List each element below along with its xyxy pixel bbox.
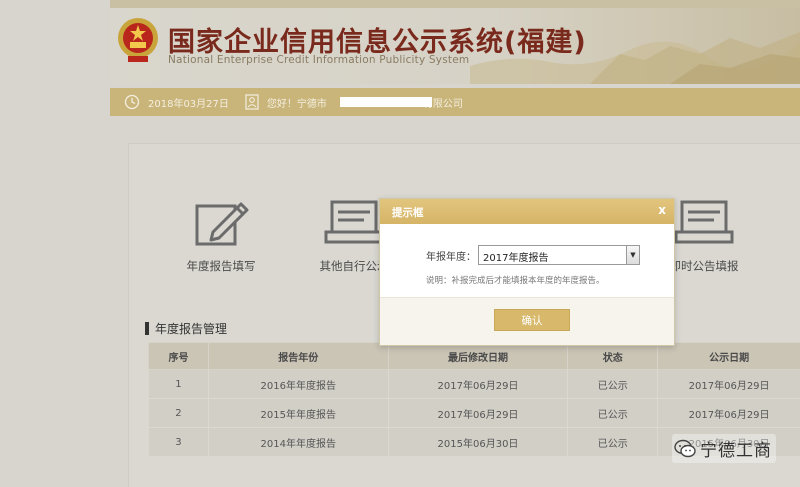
table-cell: 2015年年度报告: [207, 398, 389, 428]
instant-announcement-icon: [674, 200, 734, 244]
table-cell: 1: [148, 369, 209, 399]
table-cell: 2015年06月30日: [387, 427, 569, 457]
user-icon: [245, 94, 259, 110]
dialog-footer: 确认: [380, 297, 674, 345]
wechat-watermark: 宁德工商: [672, 434, 776, 463]
table-header: 状态: [567, 342, 659, 370]
clock-icon: [124, 94, 140, 110]
table-cell: 2014年年度报告: [207, 427, 389, 457]
table-cell: 2: [148, 398, 209, 428]
table-cell: 已公示: [567, 427, 659, 457]
dialog-note: 说明：补报完成后才能填报本年度的年度报告。: [426, 276, 605, 286]
table-header: 公示日期: [657, 342, 800, 370]
feature-annual-report[interactable]: 年度报告填写: [166, 196, 276, 274]
table-header: 序号: [148, 342, 209, 370]
wechat-icon: [674, 439, 696, 457]
watermark-text: 宁德工商: [700, 441, 772, 461]
section-title-marker: [145, 322, 149, 335]
table-cell: 已公示: [567, 369, 659, 399]
header-top-strip: [110, 0, 800, 8]
table-cell: 2016年年度报告: [207, 369, 389, 399]
year-selector-row: 年报年度： 2017年度报告 ▼: [426, 245, 640, 265]
confirm-button[interactable]: 确认: [494, 309, 570, 331]
table-row[interactable]: 1 2016年年度报告 2017年06月29日 已公示 2017年06月29日: [148, 369, 800, 399]
user-info-bar: 2018年03月27日 您好！宁德市 有限公司: [110, 88, 800, 116]
site-header: 国家企业信用信息公示系统(福建) National Enterprise Cre…: [110, 8, 800, 84]
table-header: 最后修改日期: [387, 342, 569, 370]
feature-annual-report-label: 年度报告填写: [186, 259, 256, 273]
site-subtitle-english: National Enterprise Credit Information P…: [168, 54, 470, 66]
national-emblem-icon: [118, 18, 158, 62]
table-header: 报告年份: [207, 342, 389, 370]
table-cell: 已公示: [567, 398, 659, 428]
report-year-select[interactable]: 2017年度报告 ▼: [478, 245, 640, 265]
table-cell: 2017年06月29日: [387, 369, 569, 399]
prompt-dialog: 提示框 x 年报年度： 2017年度报告 ▼ 说明：补报完成后才能填报本年度的年…: [379, 198, 675, 346]
table-cell: 2017年06月29日: [657, 369, 800, 399]
report-year-value: 2017年度报告: [483, 253, 549, 264]
edit-report-icon: [195, 202, 249, 246]
welcome-prefix: 您好！宁德市: [266, 98, 327, 110]
table-cell: 3: [148, 427, 209, 457]
close-icon[interactable]: x: [658, 203, 666, 217]
dialog-header: 提示框 x: [380, 199, 674, 224]
table-cell: 2017年06月29日: [387, 398, 569, 428]
table-cell: 2017年06月29日: [657, 398, 800, 428]
dialog-title: 提示框: [392, 207, 424, 219]
other-publicity-icon: [324, 200, 384, 244]
chevron-down-icon[interactable]: ▼: [626, 246, 639, 264]
redacted-company-name: [340, 97, 432, 107]
table-row[interactable]: 2 2015年年度报告 2017年06月29日 已公示 2017年06月29日: [148, 398, 800, 428]
section-title: 年度报告管理: [145, 320, 227, 337]
current-date: 2018年03月27日: [148, 98, 229, 110]
year-label: 年报年度：: [426, 251, 476, 263]
section-title-text: 年度报告管理: [155, 322, 228, 336]
table-header-row: 序号 报告年份 最后修改日期 状态 公示日期: [148, 342, 800, 370]
